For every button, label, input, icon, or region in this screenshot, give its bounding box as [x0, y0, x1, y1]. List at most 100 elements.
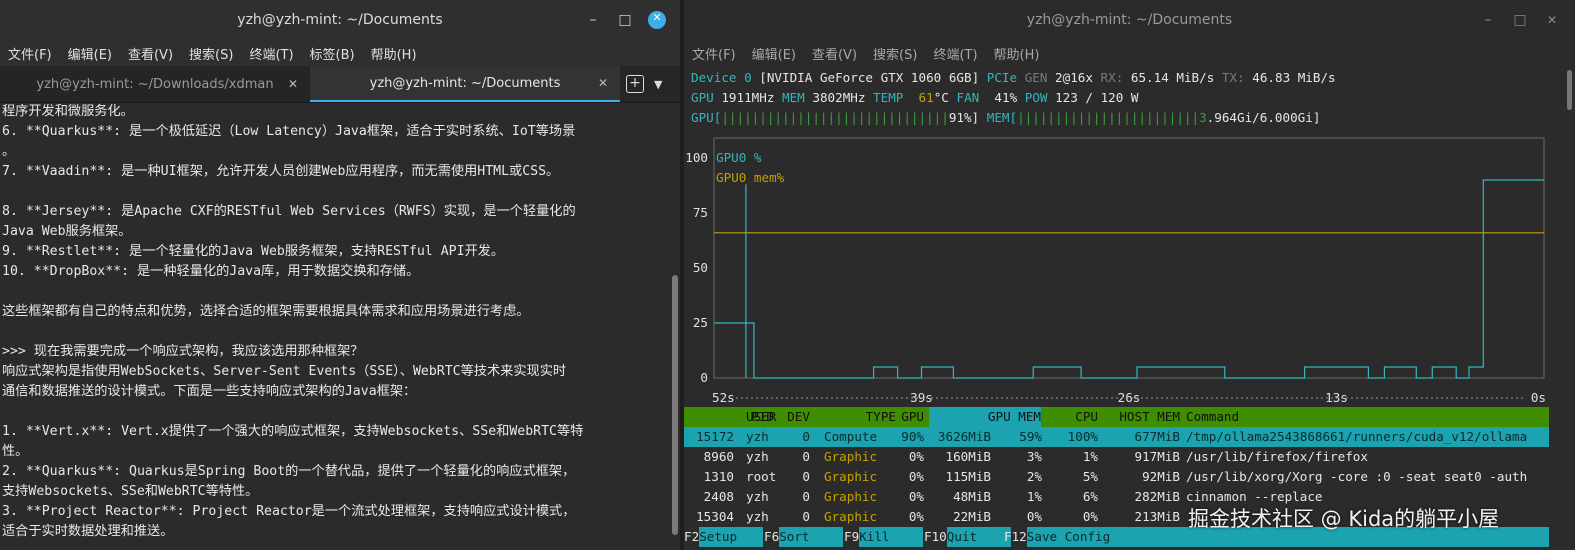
temp-value: 61 — [918, 90, 934, 105]
function-key: F2 — [684, 529, 700, 544]
y-tick-label: 50 — [693, 260, 708, 275]
minimize-icon[interactable]: – — [1479, 12, 1497, 28]
terminal-output[interactable]: 程序开发和微服务化。 6. **Quarkus**: 是一个极低延迟（Low La… — [2, 102, 666, 550]
mem-util-value-b: .964Gi/6.000Gi] — [1206, 110, 1321, 125]
tab-close-icon[interactable]: ✕ — [598, 76, 608, 90]
menu-item[interactable]: 终端(T) — [249, 44, 293, 63]
process-gpu: 0% — [908, 469, 924, 484]
maximize-icon[interactable]: □ — [1511, 12, 1529, 28]
left-terminal-window: yzh@yzh-mint: ~/Documents – □ ✕ 文件(F) 编辑(… — [0, 0, 680, 550]
function-key-quit-button[interactable]: Quit — [946, 527, 1011, 547]
right-titlebar[interactable]: yzh@yzh-mint: ~/Documents – □ ✕ — [684, 0, 1575, 40]
close-icon[interactable]: ✕ — [1543, 13, 1561, 27]
process-cpu: 5% — [1082, 469, 1098, 484]
menu-item[interactable]: 文件(F) — [692, 44, 736, 63]
mem-clock: 3802MHz — [812, 90, 866, 105]
column-header[interactable]: HOST MEM — [1112, 407, 1180, 427]
menu-item[interactable]: 标签(B) — [310, 44, 355, 63]
left-titlebar[interactable]: yzh@yzh-mint: ~/Documents – □ ✕ — [0, 0, 680, 40]
terminal-line: Java Web服务框架。 — [2, 224, 132, 239]
process-row[interactable]: 8960 yzh 0 Graphic 0% 160MiB 3% 1% 917MiB/usr/li… — [684, 447, 1549, 467]
process-gpumem: 48MiB — [953, 489, 991, 504]
process-table-header[interactable]: PID USER DEV TYPE GPU GPU MEM CPU HOST MEM Comma… — [684, 407, 1549, 427]
process-cpu: 1% — [1082, 449, 1098, 464]
function-key: F12 — [1004, 529, 1027, 544]
process-cpu: 6% — [1082, 489, 1098, 504]
process-gpu: 0% — [908, 449, 924, 464]
process-row[interactable]: 15172 yzh 0 Compute 90% 3626MiB 59% 100% 677MiB /… — [684, 427, 1549, 447]
maximize-icon[interactable]: □ — [616, 12, 634, 28]
menu-item[interactable]: 编辑(E) — [68, 44, 112, 63]
menu-item[interactable]: 终端(T) — [933, 44, 977, 63]
tab-close-icon[interactable]: ✕ — [288, 77, 298, 91]
legend-entry: GPU0 % — [716, 150, 762, 165]
process-type: Graphic — [824, 509, 878, 524]
function-key: F6 — [764, 529, 780, 544]
close-icon[interactable]: ✕ — [648, 11, 666, 29]
menu-item[interactable]: 编辑(E) — [752, 44, 796, 63]
menu-item[interactable]: 帮助(H) — [371, 44, 417, 63]
right-scrollbar[interactable] — [1567, 70, 1572, 110]
function-key-sort-button[interactable]: Sort — [779, 527, 844, 547]
new-tab-icon[interactable]: + — [626, 75, 644, 93]
menu-item[interactable]: 帮助(H) — [994, 44, 1040, 63]
process-hostmem: 213MiB — [1134, 509, 1181, 524]
terminal-scrollbar[interactable] — [672, 275, 678, 535]
process-cpu: 0% — [1082, 509, 1098, 524]
process-pid: 15304 — [696, 509, 734, 524]
process-gpumem-pct: 3% — [1026, 449, 1042, 464]
column-header[interactable]: CPU — [1046, 407, 1098, 427]
menu-item[interactable]: 查看(V) — [812, 44, 857, 63]
function-key-setup-button[interactable]: Setup — [699, 527, 764, 547]
right-menubar: 文件(F) 编辑(E) 查看(V) 搜索(S) 终端(T) 帮助(H) — [684, 40, 1575, 66]
column-header[interactable]: GPU — [898, 407, 924, 427]
fan-label: FAN — [956, 90, 980, 105]
tab-downloads-xdman[interactable]: yzh@yzh-mint: ~/Downloads/xdman ✕ — [0, 66, 310, 102]
process-user: yzh — [746, 449, 769, 464]
gpu-history-chart: 100755025052s 39s 26s 13s 0sGPU0 %GPU0 mem% — [685, 137, 1546, 405]
process-gpumem: 160MiB — [945, 449, 992, 464]
process-dev: 0 — [802, 449, 810, 464]
menu-item[interactable]: 搜索(S) — [873, 44, 917, 63]
function-key: F9 — [844, 529, 860, 544]
chart-frame — [713, 137, 1545, 379]
terminal-line: 8. **Jersey**: 是Apache CXF的RESTful Web S… — [2, 204, 576, 219]
tab-documents[interactable]: yzh@yzh-mint: ~/Documents ✕ — [310, 66, 620, 102]
temp-unit: °C — [933, 90, 949, 105]
rx-value: 65.14 MiB/s — [1130, 70, 1215, 85]
terminal-line: 9. **Restlet**: 是一个轻量化的Java Web服务框架，支持RE… — [2, 244, 505, 259]
process-user: yzh — [746, 489, 769, 504]
gen-value: 2@16x — [1055, 70, 1093, 85]
rx-label: RX: — [1100, 70, 1124, 85]
fan-value: 41% — [994, 90, 1018, 105]
menu-item[interactable]: 查看(V) — [128, 44, 173, 63]
terminal-line: 6. **Quarkus**: 是一个极低延迟（Low Latency）Java… — [2, 124, 576, 139]
right-window-controls: – □ ✕ — [1479, 0, 1561, 40]
process-row[interactable]: 1310 root 0 Graphic 0% 115MiB 2% 5% 92MiB/usr/li… — [684, 467, 1549, 487]
process-type: Graphic — [824, 489, 878, 504]
minimize-icon[interactable]: – — [584, 12, 602, 28]
process-gpumem-pct: 59% — [1019, 429, 1042, 444]
column-header[interactable]: DEV — [786, 407, 810, 427]
terminal-line: 2. **Quarkus**: Quarkus是Spring Boot的一个替代… — [2, 464, 576, 479]
function-key-kill-button[interactable]: Kill — [859, 527, 924, 547]
column-header[interactable]: GPU MEM — [929, 407, 1041, 427]
column-header[interactable]: TYPE — [814, 407, 896, 427]
x-tick-label: 52s — [712, 390, 735, 405]
menu-item[interactable]: 文件(F) — [8, 44, 52, 63]
process-pid: 2408 — [703, 489, 734, 504]
tab-menu-chevron-down-icon[interactable]: ▼ — [654, 78, 662, 91]
column-header[interactable]: USER — [746, 407, 782, 427]
process-gpumem: 22MiB — [953, 509, 991, 524]
pcie-label: PCIe — [986, 70, 1018, 85]
mem-util-value-a: 3 — [1199, 110, 1207, 125]
column-header[interactable]: Command — [1186, 407, 1246, 427]
util-bars-line: GPU[||||||||||||||||||||||||||||||91%] M… — [691, 110, 1320, 125]
process-user: yzh — [746, 509, 769, 524]
process-user: yzh — [746, 429, 769, 444]
pow-value: 123 / 120 W — [1055, 90, 1139, 105]
menu-item[interactable]: 搜索(S) — [189, 44, 233, 63]
